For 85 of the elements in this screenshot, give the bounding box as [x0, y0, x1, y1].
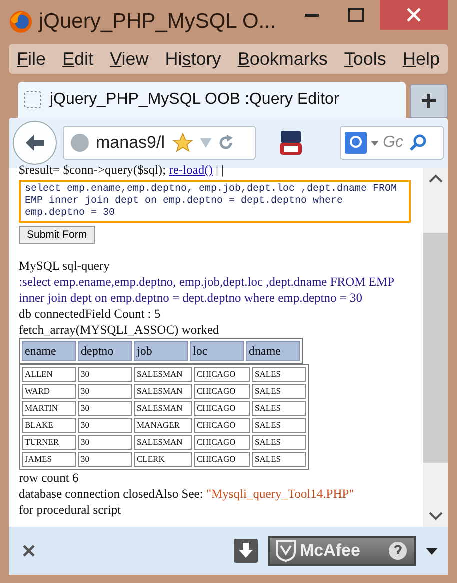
back-arrow-icon [24, 133, 46, 153]
query-echo-text: :select emp.ename,emp.deptno, emp.job,dept.loc ,dept.dname FROM EMP inner join dept on emp.deptno = dept.deptno where emp.deptno = 30 [19, 274, 396, 306]
menu-item[interactable]: History [165, 48, 222, 70]
scroll-thumb[interactable] [423, 232, 448, 462]
menu-item[interactable]: View [110, 48, 149, 70]
new-tab-button[interactable] [410, 84, 448, 118]
table-cell: TURNER [22, 435, 76, 450]
dropdown-icon[interactable] [371, 140, 379, 146]
window-title: jQuery_PHP_MySQL O... [39, 10, 278, 34]
column-header: dname [246, 341, 300, 361]
closed-text: database connection closedAlso See: "Mysqli_query_Tool14.PHP" [19, 486, 356, 502]
submit-button[interactable]: Submit Form [19, 226, 96, 244]
reload-link[interactable]: re-load() [169, 163, 213, 177]
column-header: deptno [78, 341, 132, 361]
table-cell: CHICAGO [194, 418, 250, 433]
table-cell: SALES [252, 452, 306, 467]
menu-item[interactable]: Edit [62, 48, 94, 70]
globe-icon [70, 133, 90, 153]
table-cell: BLAKE [22, 418, 76, 433]
table-cell: CLERK [134, 452, 192, 467]
scrollbar[interactable] [423, 168, 448, 527]
table-cell: SALES [252, 418, 306, 433]
scroll-down-icon[interactable] [428, 512, 442, 521]
table-cell: 30 [78, 418, 132, 433]
table-cell: SALES [252, 367, 306, 382]
page-icon [24, 91, 42, 109]
caret-icon[interactable] [426, 548, 438, 554]
table-cell: 30 [78, 401, 132, 416]
table-cell: SALESMAN [134, 401, 192, 416]
heading-text: MySQL sql-query [19, 258, 111, 274]
row-count-text: row count 6 [19, 470, 80, 486]
address-bar[interactable]: manas9/l [63, 126, 256, 160]
table-cell: SALESMAN [134, 384, 192, 399]
table-cell: SALESMAN [134, 435, 192, 450]
column-header: ename [22, 341, 76, 361]
table-cell: CHICAGO [194, 435, 250, 450]
footer-text: for procedural script [19, 502, 122, 518]
table-cell: WARD [22, 384, 76, 399]
query-field[interactable]: select emp.ename,emp.deptno, emp.job,dept.loc ,dept.dname FROM EMP inner join dept on emp.deptno = dept.deptno where emp.deptno = 30 [19, 180, 411, 223]
table-cell: SALES [252, 435, 306, 450]
table-cell: CHICAGO [194, 452, 250, 467]
browser-logo-icon [9, 10, 33, 34]
back-button[interactable] [13, 121, 57, 165]
search-field[interactable]: Gc [340, 126, 444, 160]
minimize-icon [305, 13, 319, 17]
column-header: job [134, 341, 188, 361]
table-cell: JAMES [22, 452, 76, 467]
table-cell: CHICAGO [194, 367, 250, 382]
toolbar-addon-icon[interactable] [278, 129, 304, 157]
table-cell: 30 [78, 435, 132, 450]
close-icon [407, 8, 421, 22]
browser-tab[interactable]: jQuery_PHP_MySQL OOB :Query Editor [18, 82, 406, 118]
menu-item[interactable]: Bookmarks [238, 48, 328, 70]
menu-item[interactable]: Tools [344, 48, 386, 70]
see-also-link[interactable]: "Mysqli_query_Tool14.PHP" [206, 487, 354, 501]
table-cell: 30 [78, 384, 132, 399]
addon-badge[interactable]: McAfee [268, 536, 416, 566]
table-cell: 30 [78, 367, 132, 382]
table-cell: MARTIN [22, 401, 76, 416]
table-cell: CHICAGO [194, 401, 250, 416]
plus-icon [421, 93, 437, 109]
search-icon[interactable] [409, 134, 427, 152]
status-text: db connectedField Count : 5 [19, 306, 162, 322]
code-text: $result= $conn->query($sql); re-load() | | [19, 162, 226, 178]
close-icon[interactable] [23, 545, 35, 557]
shield-icon [276, 540, 296, 562]
maximize-icon [348, 8, 364, 22]
reload-icon[interactable] [218, 135, 234, 151]
table-cell: SALESMAN [134, 367, 192, 382]
menu-item[interactable]: Help [402, 48, 440, 70]
close-button[interactable] [380, 0, 448, 30]
table-cell: SALES [252, 384, 306, 399]
table-cell: ALLEN [22, 367, 76, 382]
search-engine-icon[interactable] [345, 132, 367, 154]
help-icon[interactable] [388, 541, 408, 561]
table-cell: CHICAGO [194, 384, 250, 399]
column-header: loc [190, 341, 244, 361]
table-cell: MANAGER [134, 418, 192, 433]
download-icon[interactable] [234, 539, 258, 563]
table-cell: SALES [252, 401, 306, 416]
scroll-up-icon[interactable] [428, 174, 442, 183]
status-text: fetch_array(MYSQLI_ASSOC) worked [19, 322, 220, 338]
menu-item[interactable]: File [17, 48, 46, 70]
table-cell: 30 [78, 452, 132, 467]
star-icon[interactable] [172, 132, 194, 154]
